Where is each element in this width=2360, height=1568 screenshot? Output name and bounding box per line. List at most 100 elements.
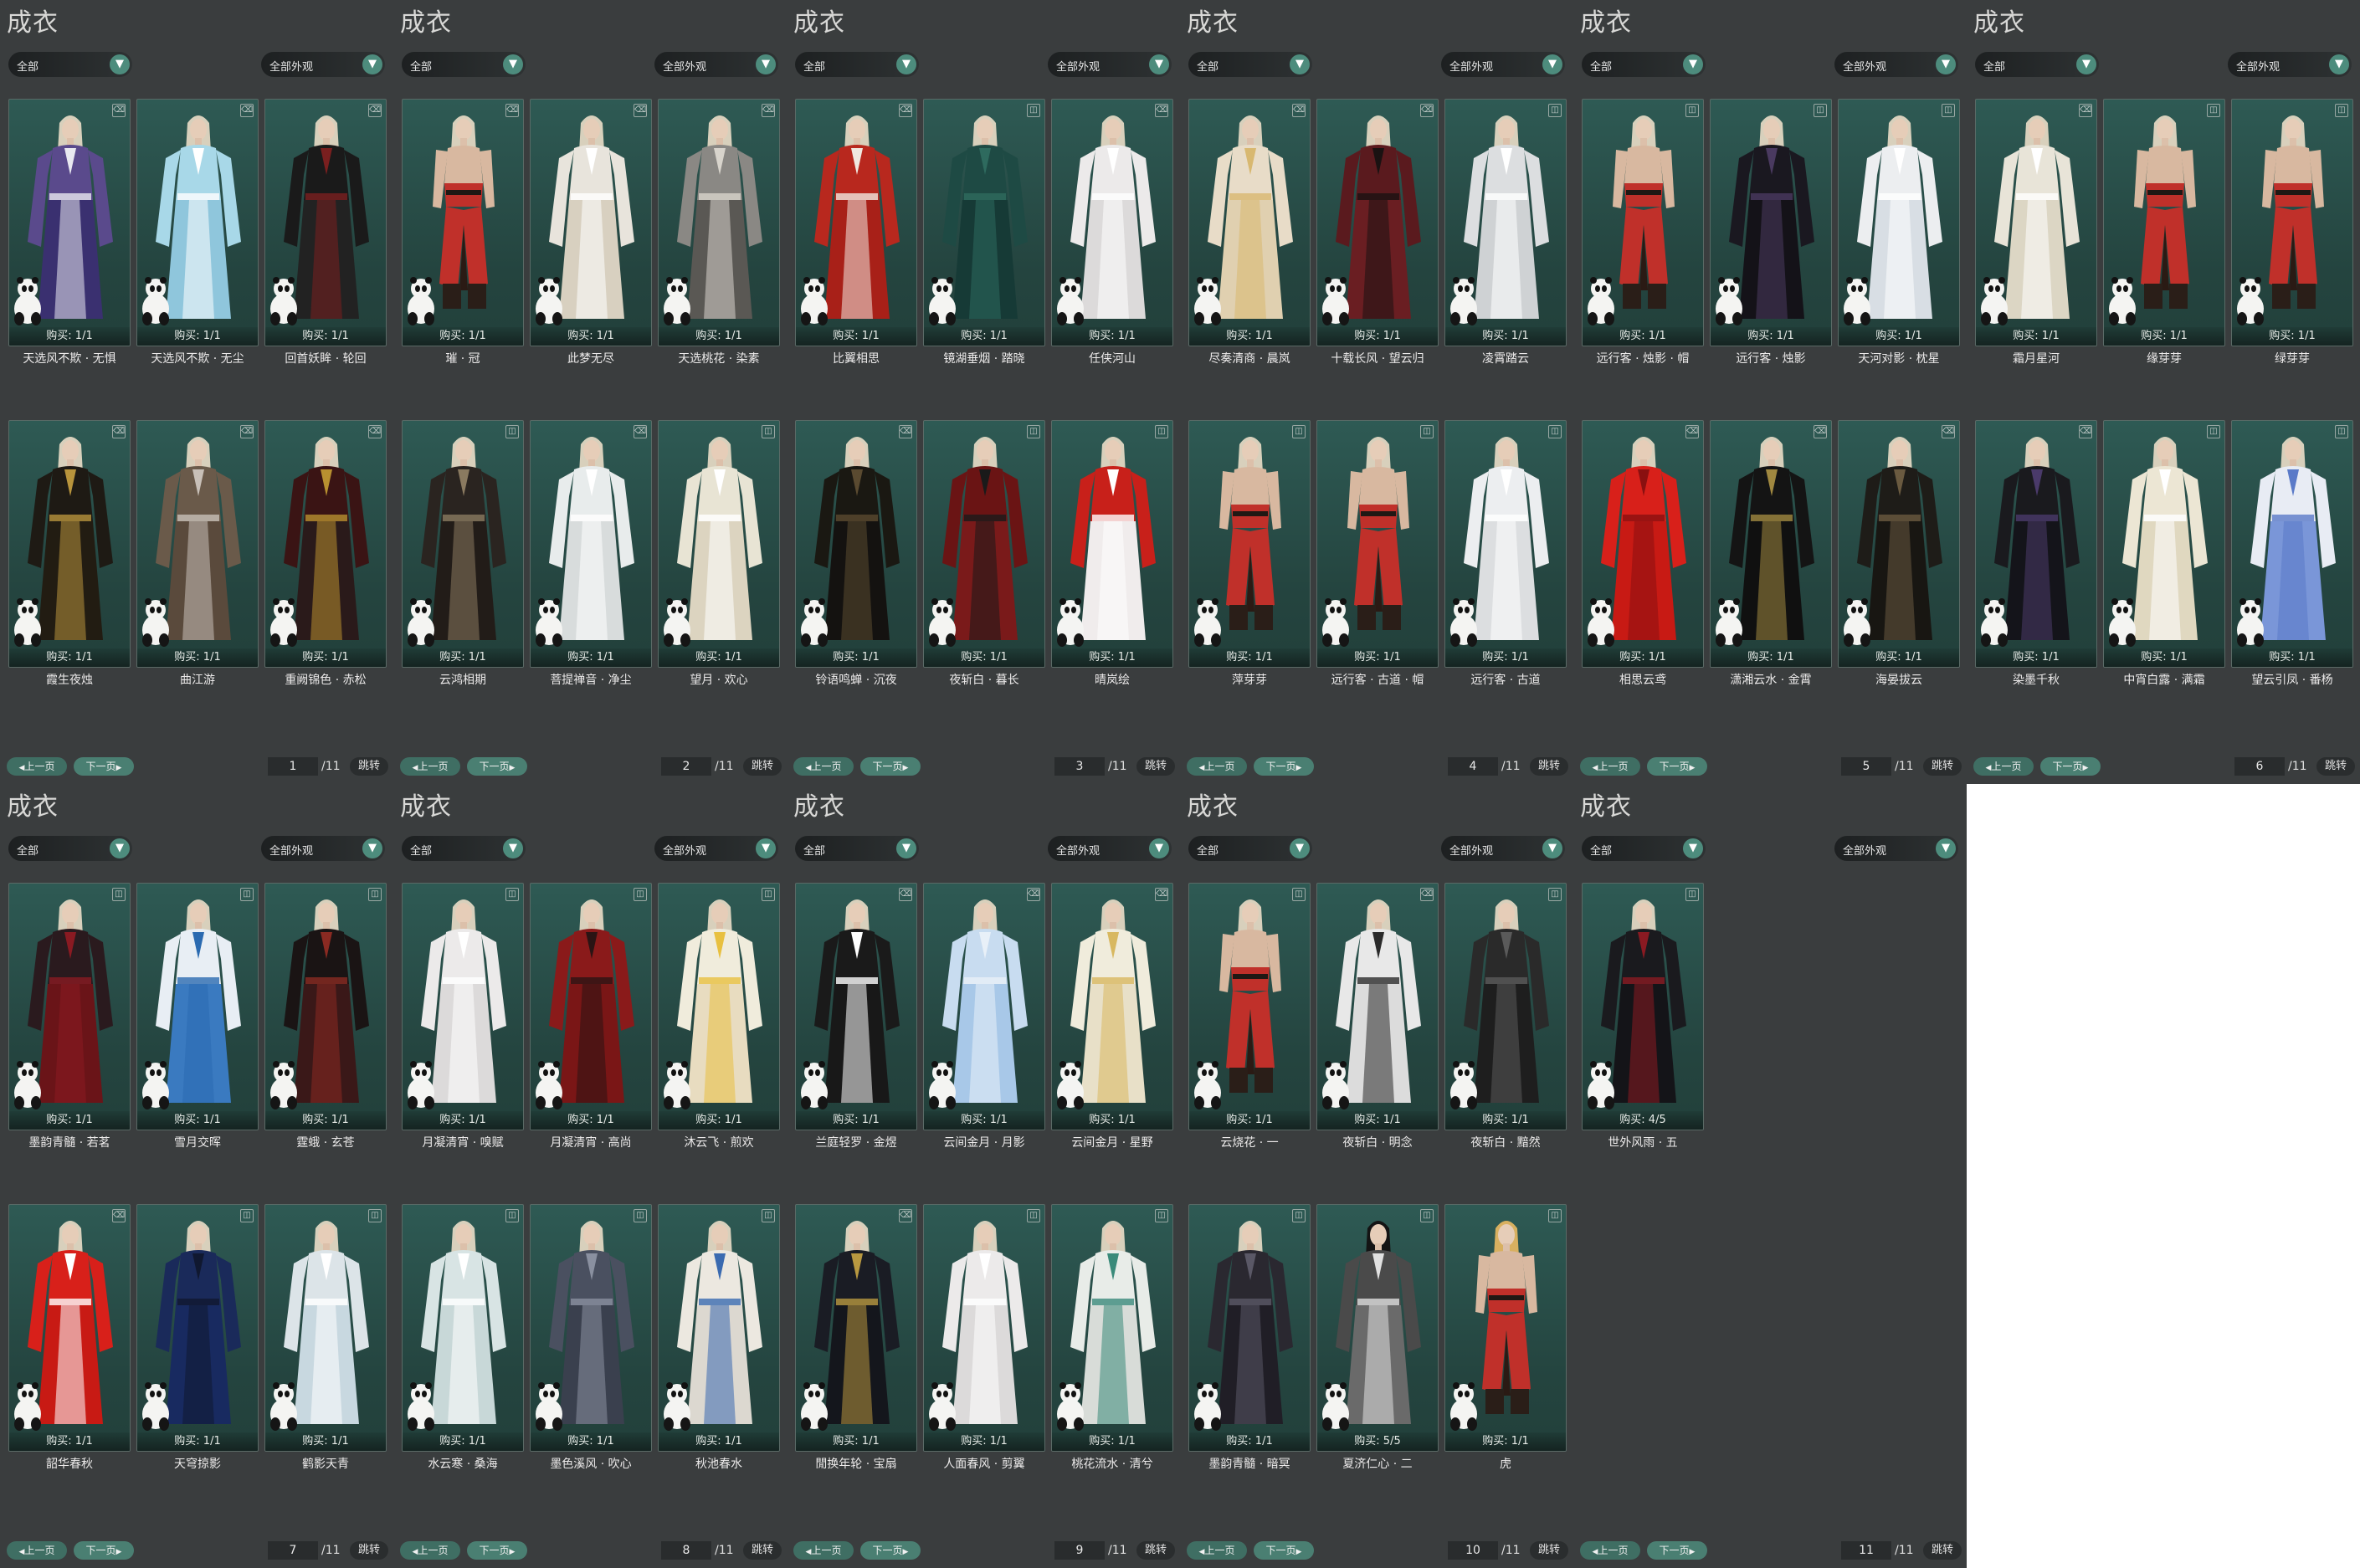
- outfit-card[interactable]: ⌫ 购买: 1/1: [1838, 420, 1960, 668]
- wardrobe-icon[interactable]: ◫: [2207, 425, 2220, 438]
- outfit-card[interactable]: ⌫ 购买: 1/1: [8, 420, 131, 668]
- trash-icon[interactable]: ⌫: [899, 888, 912, 901]
- trash-icon[interactable]: ⌫: [1420, 104, 1434, 117]
- outfit-card[interactable]: ◫ 购买: 1/1: [402, 1204, 524, 1452]
- outfit-card[interactable]: ⌫ 购买: 1/1: [264, 420, 387, 668]
- outfit-card[interactable]: ⌫ 购买: 1/1: [1975, 420, 2097, 668]
- outfit-card[interactable]: ◫ 购买: 5/5: [1316, 1204, 1439, 1452]
- outfit-card[interactable]: ◫ 购买: 1/1: [136, 1204, 259, 1452]
- category-filter-dropdown[interactable]: 全部 ▼: [402, 836, 526, 861]
- category-filter-dropdown[interactable]: 全部 ▼: [402, 52, 526, 77]
- outfit-card[interactable]: ◫ 购买: 1/1: [923, 99, 1045, 346]
- trash-icon[interactable]: ⌫: [368, 425, 382, 438]
- wardrobe-icon[interactable]: ◫: [368, 888, 382, 901]
- outfit-card[interactable]: ◫ 购买: 1/1: [264, 1204, 387, 1452]
- next-page-button[interactable]: 下一页▶: [1647, 1541, 1707, 1560]
- outfit-card[interactable]: ⌫ 购买: 1/1: [530, 99, 652, 346]
- next-page-button[interactable]: 下一页▶: [1254, 757, 1314, 776]
- wardrobe-icon[interactable]: ◫: [1685, 104, 1699, 117]
- wardrobe-icon[interactable]: ◫: [112, 888, 126, 901]
- outfit-card[interactable]: ⌫ 购买: 1/1: [795, 883, 917, 1130]
- next-page-button[interactable]: 下一页▶: [2040, 757, 2101, 776]
- wardrobe-icon[interactable]: ◫: [240, 1209, 254, 1222]
- outfit-card[interactable]: ◫ 购买: 1/1: [1316, 420, 1439, 668]
- category-filter-dropdown[interactable]: 全部 ▼: [795, 836, 919, 861]
- trash-icon[interactable]: ⌫: [1685, 425, 1699, 438]
- wardrobe-icon[interactable]: ◫: [1292, 425, 1306, 438]
- outfit-card[interactable]: ◫ 购买: 1/1: [1838, 99, 1960, 346]
- appearance-filter-dropdown[interactable]: 全部外观 ▼: [654, 836, 778, 861]
- trash-icon[interactable]: ⌫: [634, 104, 647, 117]
- outfit-card[interactable]: ⌫ 购买: 1/1: [8, 99, 131, 346]
- outfit-card[interactable]: ⌫ 购买: 1/1: [264, 99, 387, 346]
- prev-page-button[interactable]: ◀上一页: [1187, 757, 1247, 776]
- next-page-button[interactable]: 下一页▶: [74, 1541, 134, 1560]
- chevron-down-icon[interactable]: ▼: [2076, 54, 2096, 74]
- chevron-down-icon[interactable]: ▼: [1290, 54, 1310, 74]
- outfit-card[interactable]: ◫ 购买: 4/5: [1582, 883, 1704, 1130]
- trash-icon[interactable]: ⌫: [1942, 425, 1955, 438]
- next-page-button[interactable]: 下一页▶: [467, 757, 527, 776]
- outfit-card[interactable]: ⌫ 购买: 1/1: [136, 420, 259, 668]
- appearance-filter-dropdown[interactable]: 全部外观 ▼: [1048, 836, 1172, 861]
- trash-icon[interactable]: ⌫: [2079, 104, 2092, 117]
- outfit-card[interactable]: ◫ 购买: 1/1: [1188, 883, 1311, 1130]
- page-number-input[interactable]: 8: [661, 1541, 711, 1560]
- jump-button[interactable]: 跳转: [1923, 1541, 1962, 1560]
- outfit-card[interactable]: ⌫ 购买: 1/1: [1316, 99, 1439, 346]
- next-page-button[interactable]: 下一页▶: [467, 1541, 527, 1560]
- jump-button[interactable]: 跳转: [1530, 1541, 1568, 1560]
- prev-page-button[interactable]: ◀上一页: [1580, 757, 1640, 776]
- chevron-down-icon[interactable]: ▼: [110, 54, 130, 74]
- outfit-card[interactable]: ◫ 购买: 1/1: [402, 883, 524, 1130]
- appearance-filter-dropdown[interactable]: 全部外观 ▼: [1048, 52, 1172, 77]
- trash-icon[interactable]: ⌫: [1027, 888, 1040, 901]
- chevron-down-icon[interactable]: ▼: [1149, 54, 1169, 74]
- appearance-filter-dropdown[interactable]: 全部外观 ▼: [261, 52, 385, 77]
- outfit-card[interactable]: ◫ 购买: 1/1: [1188, 420, 1311, 668]
- chevron-down-icon[interactable]: ▼: [1936, 838, 1956, 858]
- wardrobe-icon[interactable]: ◫: [762, 425, 775, 438]
- page-number-input[interactable]: 2: [661, 757, 711, 776]
- page-number-input[interactable]: 5: [1841, 757, 1891, 776]
- trash-icon[interactable]: ⌫: [899, 104, 912, 117]
- outfit-card[interactable]: ◫ 购买: 1/1: [1710, 99, 1832, 346]
- chevron-down-icon[interactable]: ▼: [896, 838, 916, 858]
- next-page-button[interactable]: 下一页▶: [860, 757, 921, 776]
- jump-button[interactable]: 跳转: [743, 1541, 782, 1560]
- category-filter-dropdown[interactable]: 全部 ▼: [1582, 52, 1706, 77]
- outfit-card[interactable]: ⌫ 购买: 1/1: [795, 420, 917, 668]
- wardrobe-icon[interactable]: ◫: [1420, 1209, 1434, 1222]
- outfit-card[interactable]: ◫ 购买: 1/1: [1051, 420, 1173, 668]
- prev-page-button[interactable]: ◀上一页: [793, 757, 854, 776]
- prev-page-button[interactable]: ◀上一页: [1187, 1541, 1247, 1560]
- appearance-filter-dropdown[interactable]: 全部外观 ▼: [1441, 52, 1565, 77]
- next-page-button[interactable]: 下一页▶: [1647, 757, 1707, 776]
- outfit-card[interactable]: ◫ 购买: 1/1: [923, 420, 1045, 668]
- wardrobe-icon[interactable]: ◫: [1292, 1209, 1306, 1222]
- jump-button[interactable]: 跳转: [350, 1541, 388, 1560]
- outfit-card[interactable]: ◫ 购买: 1/1: [2231, 420, 2353, 668]
- wardrobe-icon[interactable]: ◫: [368, 1209, 382, 1222]
- category-filter-dropdown[interactable]: 全部 ▼: [1975, 52, 2099, 77]
- wardrobe-icon[interactable]: ◫: [634, 888, 647, 901]
- wardrobe-icon[interactable]: ◫: [1292, 888, 1306, 901]
- outfit-card[interactable]: ◫ 购买: 1/1: [2103, 420, 2225, 668]
- trash-icon[interactable]: ⌫: [1814, 425, 1827, 438]
- page-number-input[interactable]: 10: [1448, 1541, 1498, 1560]
- wardrobe-icon[interactable]: ◫: [2335, 104, 2348, 117]
- chevron-down-icon[interactable]: ▼: [756, 54, 776, 74]
- category-filter-dropdown[interactable]: 全部 ▼: [8, 52, 132, 77]
- trash-icon[interactable]: ⌫: [899, 425, 912, 438]
- outfit-card[interactable]: ⌫ 购买: 1/1: [1316, 883, 1439, 1130]
- trash-icon[interactable]: ⌫: [112, 1209, 126, 1222]
- prev-page-button[interactable]: ◀上一页: [400, 757, 460, 776]
- jump-button[interactable]: 跳转: [1136, 1541, 1175, 1560]
- chevron-down-icon[interactable]: ▼: [1542, 838, 1562, 858]
- chevron-down-icon[interactable]: ▼: [1290, 838, 1310, 858]
- next-page-button[interactable]: 下一页▶: [1254, 1541, 1314, 1560]
- wardrobe-icon[interactable]: ◫: [762, 888, 775, 901]
- prev-page-button[interactable]: ◀上一页: [1973, 757, 2034, 776]
- wardrobe-icon[interactable]: ◫: [634, 1209, 647, 1222]
- chevron-down-icon[interactable]: ▼: [2329, 54, 2349, 74]
